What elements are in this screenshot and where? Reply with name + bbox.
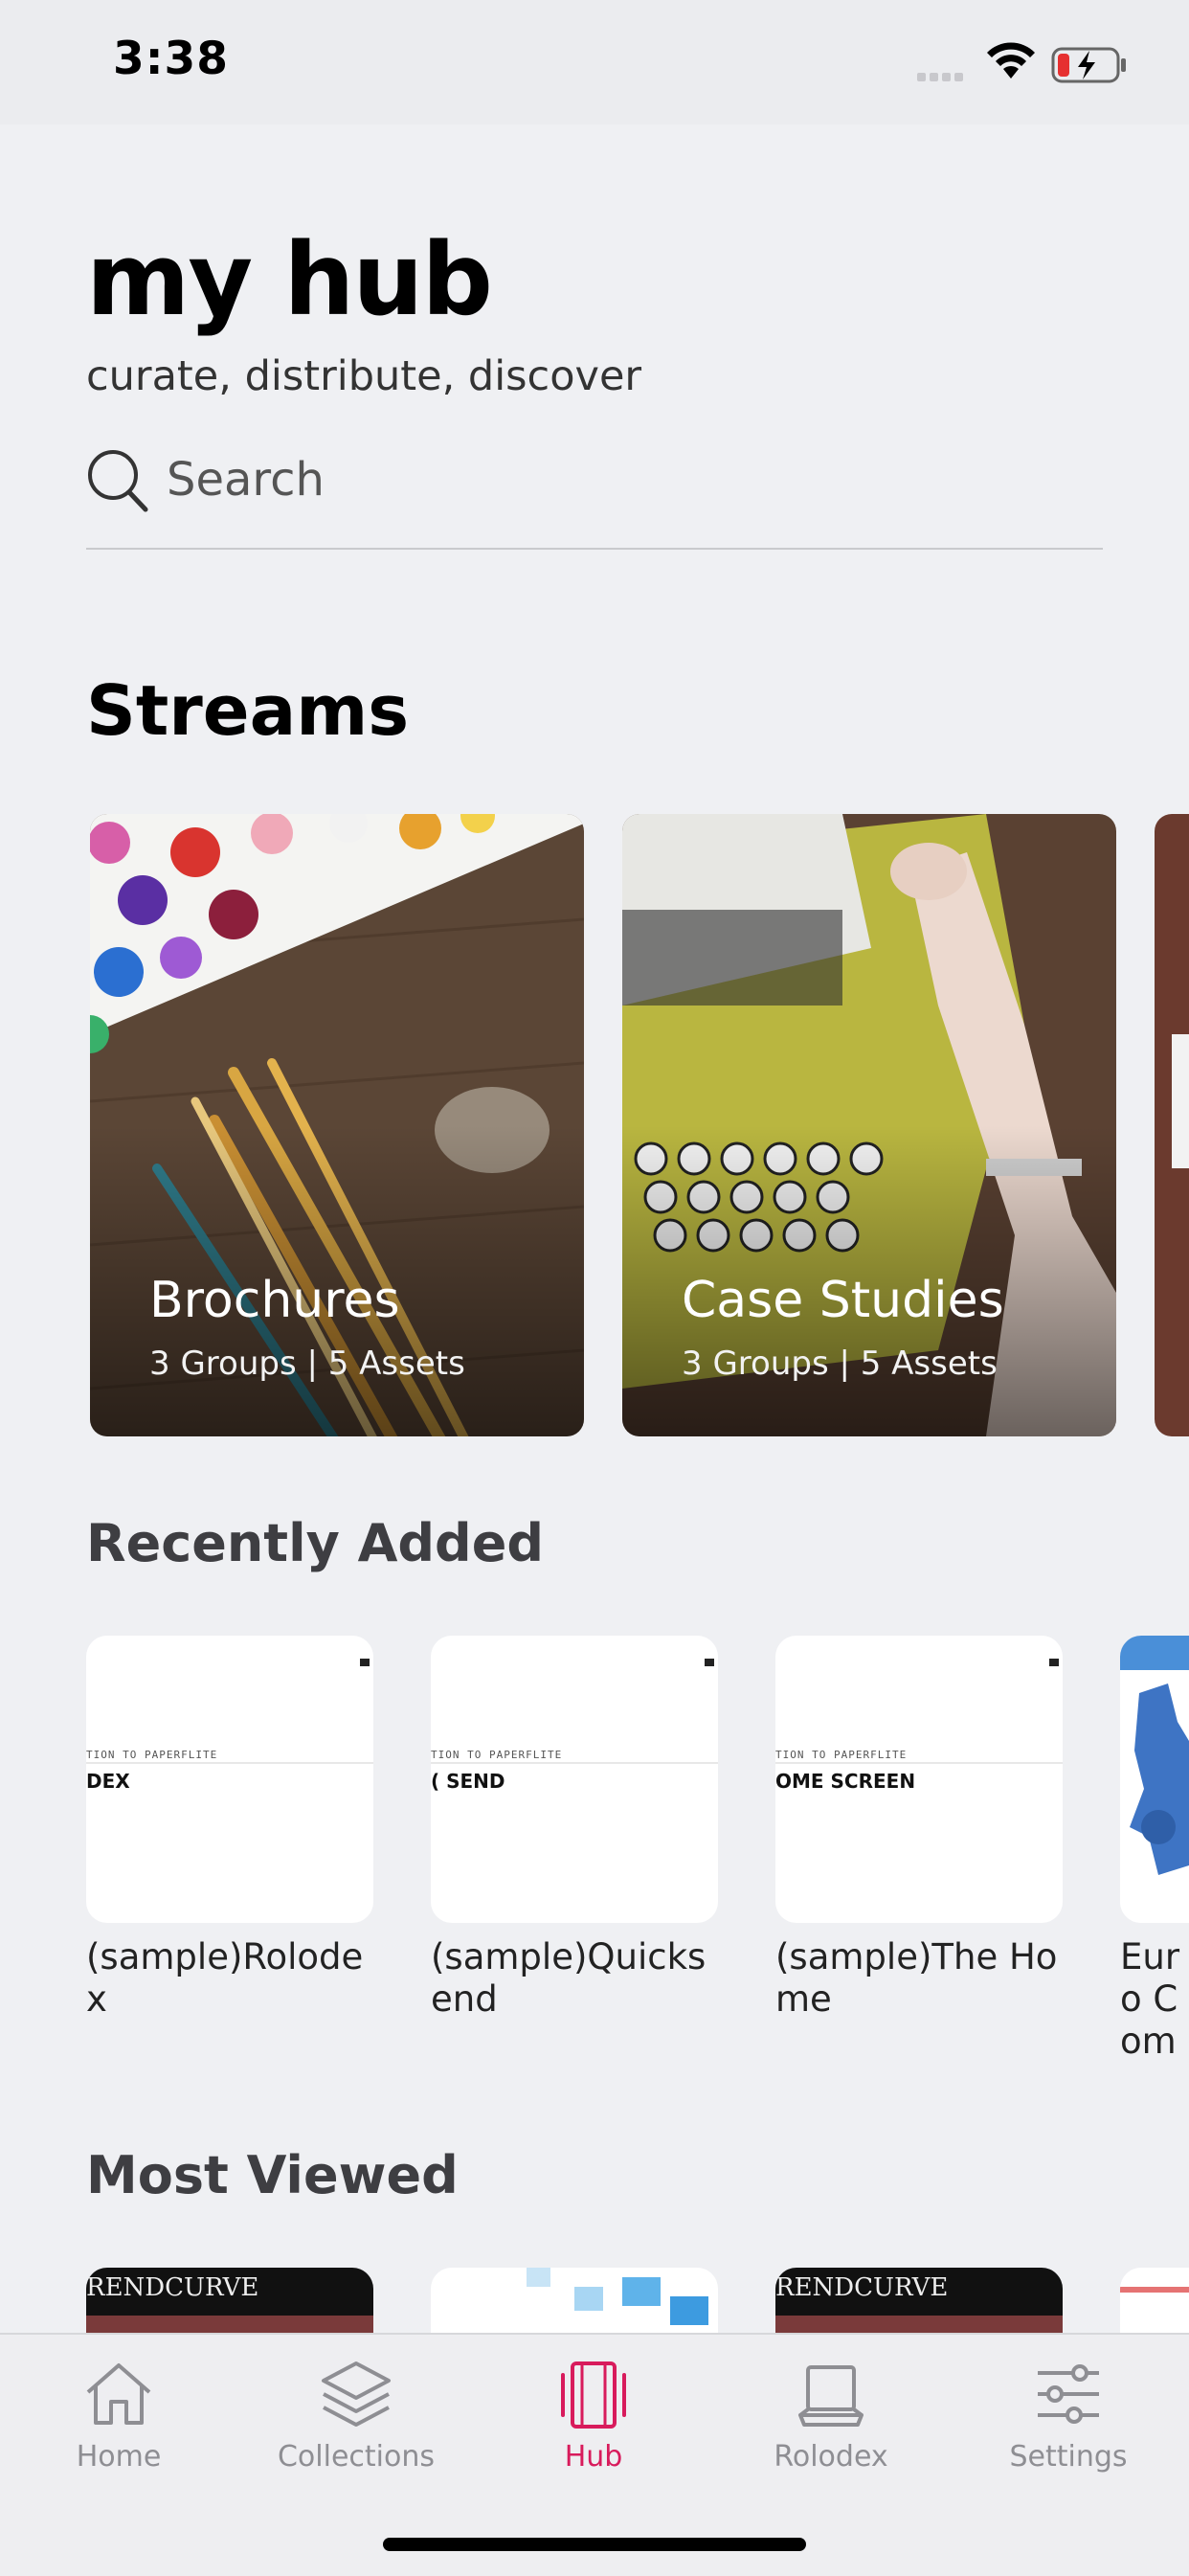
stream-card-partial[interactable] bbox=[1155, 814, 1189, 1436]
home-icon bbox=[86, 2363, 151, 2425]
streams-heading: Streams bbox=[86, 670, 410, 751]
stream-name: Case Studies bbox=[682, 1272, 1004, 1329]
hub-icon bbox=[561, 2361, 626, 2429]
signal-icon bbox=[917, 67, 967, 85]
stream-name: Brochures bbox=[149, 1272, 400, 1329]
search-icon bbox=[88, 450, 148, 512]
tab-label: Home bbox=[76, 2440, 162, 2474]
recent-asset-label[interactable]: (sample)The Home bbox=[775, 1936, 1063, 2021]
battery-charging-icon bbox=[1051, 47, 1126, 83]
tab-label: Rolodex bbox=[774, 2440, 888, 2474]
logo-icon bbox=[705, 1659, 714, 1666]
page-title: my hub bbox=[86, 221, 493, 338]
logo-icon bbox=[360, 1659, 370, 1666]
stream-card-case-studies[interactable]: Case Studies 3 Groups | 5 Assets bbox=[622, 814, 1116, 1436]
recent-asset-thumbnail[interactable] bbox=[1120, 1636, 1189, 1923]
recent-asset-thumbnail[interactable]: TION TO PAPERFLITE ( SEND bbox=[431, 1636, 718, 1923]
recent-asset-thumbnail[interactable]: TION TO PAPERFLITE DEX bbox=[86, 1636, 373, 1923]
tab-hub[interactable]: Hub bbox=[479, 2356, 708, 2474]
recent-asset-label[interactable]: (sample)Quicksend bbox=[431, 1936, 718, 2021]
tab-label: Settings bbox=[1009, 2440, 1128, 2474]
stream-card-brochures[interactable]: Brochures 3 Groups | 5 Assets bbox=[90, 814, 584, 1436]
tab-label: Collections bbox=[277, 2440, 436, 2474]
logo-icon bbox=[1049, 1659, 1059, 1666]
search-input[interactable] bbox=[167, 446, 837, 513]
home-indicator[interactable] bbox=[383, 2538, 806, 2551]
stream-partial-image bbox=[1155, 814, 1189, 1436]
tab-settings[interactable]: Settings bbox=[953, 2356, 1183, 2474]
page-subtitle: curate, distribute, discover bbox=[86, 352, 642, 400]
status-bar: 3:38 bbox=[0, 0, 1189, 124]
sliders-icon bbox=[1038, 2364, 1099, 2424]
tab-home[interactable]: Home bbox=[4, 2356, 234, 2474]
tab-rolodex[interactable]: Rolodex bbox=[716, 2356, 946, 2474]
recent-asset-label[interactable]: Euro Com bbox=[1120, 1936, 1189, 2063]
layers-icon bbox=[322, 2361, 391, 2427]
map-image bbox=[1120, 1636, 1189, 1923]
most-viewed-heading: Most Viewed bbox=[86, 2145, 459, 2205]
tab-label: Hub bbox=[564, 2440, 623, 2474]
stream-meta: 3 Groups | 5 Assets bbox=[682, 1344, 998, 1383]
recent-asset-label[interactable]: (sample)Rolodex bbox=[86, 1936, 373, 2021]
rolodex-icon bbox=[798, 2365, 864, 2427]
stream-meta: 3 Groups | 5 Assets bbox=[149, 1344, 465, 1383]
recent-asset-thumbnail[interactable]: TION TO PAPERFLITE OME SCREEN bbox=[775, 1636, 1063, 1923]
tab-collections[interactable]: Collections bbox=[241, 2356, 471, 2474]
recently-added-heading: Recently Added bbox=[86, 1513, 544, 1573]
wifi-icon bbox=[987, 42, 1035, 79]
search-bar[interactable] bbox=[86, 446, 1103, 550]
status-time: 3:38 bbox=[113, 33, 229, 85]
